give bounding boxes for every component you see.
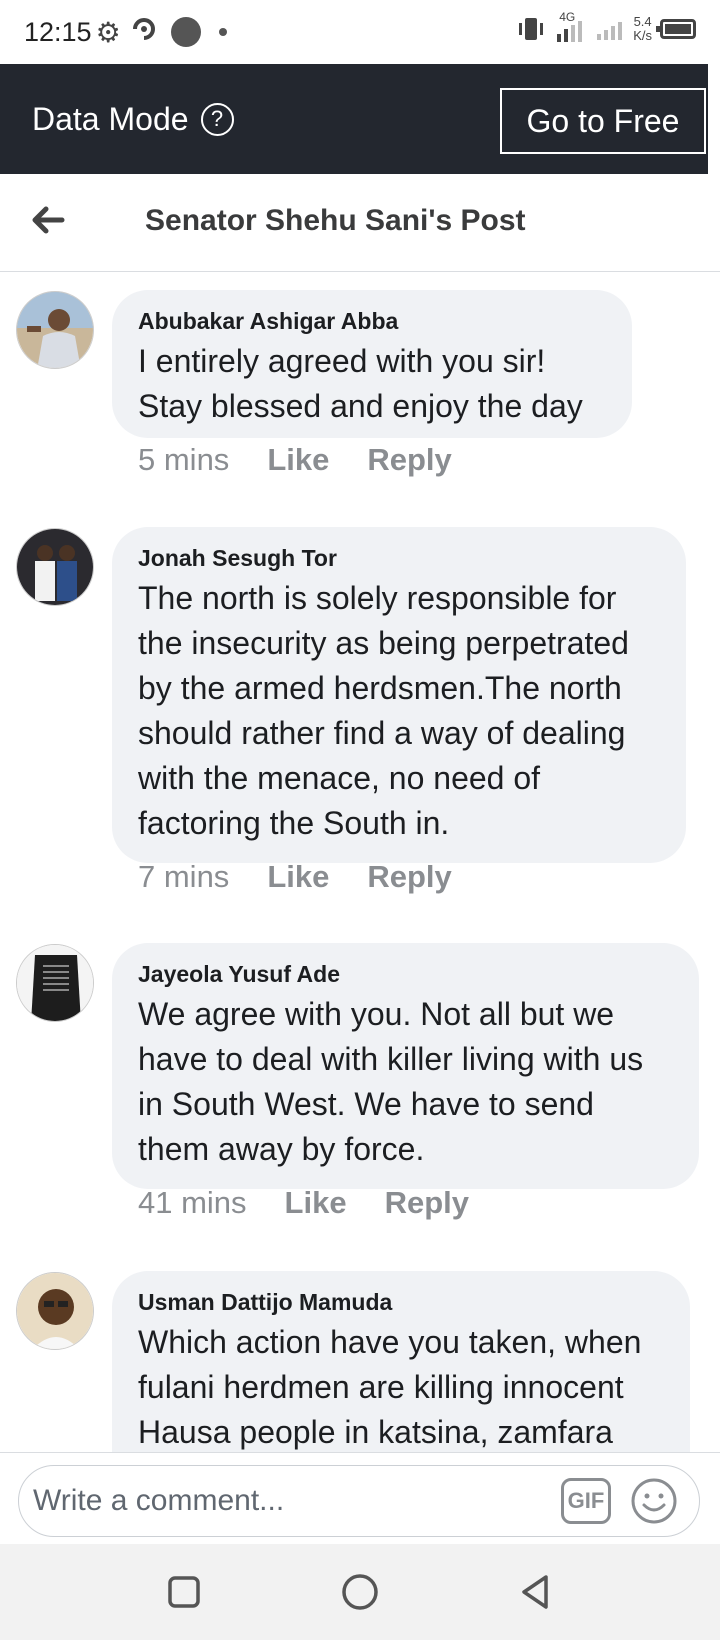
comment-text-line: We agree with you. Not all but we xyxy=(138,996,615,1032)
avatar[interactable] xyxy=(16,944,94,1022)
comment-author[interactable]: Jonah Sesugh Tor xyxy=(138,545,660,572)
reply-button[interactable]: Reply xyxy=(367,442,451,478)
comment-bubble: Usman Dattijo Mamuda Which action have y… xyxy=(112,1271,690,1452)
comment-author[interactable]: Abubakar Ashigar Abba xyxy=(138,308,606,335)
notification-app-icon xyxy=(131,16,157,49)
gif-button[interactable]: GIF xyxy=(561,1478,611,1524)
comment-bubble: Jonah Sesugh Tor The north is solely res… xyxy=(112,527,686,863)
comment-time: 7 mins xyxy=(138,859,230,894)
like-button[interactable]: Like xyxy=(285,1185,347,1221)
comment-text-line: them away by force. xyxy=(138,1131,425,1167)
comment-text-line: should rather find a way of dealing xyxy=(138,715,626,751)
avatar[interactable] xyxy=(16,528,94,606)
emoji-icon[interactable] xyxy=(629,1476,679,1526)
comments-list: Abubakar Ashigar Abba I entirely agreed … xyxy=(0,272,720,1452)
comment-text-line: the insecurity as being perpetrated xyxy=(138,625,629,661)
settings-gear-icon: ⚙ xyxy=(95,16,121,48)
home-circle-icon[interactable] xyxy=(340,1572,380,1612)
notification-circle-icon xyxy=(170,17,201,47)
vibrate-icon xyxy=(519,18,544,40)
network-type-label: 4G xyxy=(559,10,576,24)
comment-author[interactable]: Usman Dattijo Mamuda xyxy=(138,1289,664,1316)
comment-meta: 5 mins Like Reply xyxy=(138,442,452,478)
comment-text-line: fulani herdmen are killing innocent xyxy=(138,1369,624,1405)
comment-bubble: Abubakar Ashigar Abba I entirely agreed … xyxy=(112,290,632,438)
go-to-free-button[interactable]: Go to Free xyxy=(500,88,706,154)
comment-input-container: GIF xyxy=(18,1465,700,1537)
reply-button[interactable]: Reply xyxy=(367,859,451,895)
comment-text-line: Hausa people in katsina, zamfara xyxy=(138,1414,613,1450)
like-button[interactable]: Like xyxy=(267,859,329,895)
reply-button[interactable]: Reply xyxy=(385,1185,469,1221)
speed-unit: K/s xyxy=(633,28,652,43)
comment-time: 41 mins xyxy=(138,1185,247,1220)
comment-text-line: Stay blessed and enjoy the day xyxy=(138,388,583,424)
like-button[interactable]: Like xyxy=(267,442,329,478)
comment-meta: 7 mins Like Reply xyxy=(138,859,452,895)
more-notifications-dot-icon xyxy=(218,28,227,36)
data-mode-bar: Data Mode ? Go to Free xyxy=(0,64,708,174)
comment-text-line: Which action have you taken, when xyxy=(138,1324,642,1360)
battery-icon xyxy=(656,19,696,39)
comment-text-line: by the armed herdsmen.The north xyxy=(138,670,622,706)
comment-text-line: I entirely agreed with you sir! xyxy=(138,343,546,379)
comment-text-line: with the menace, no need of xyxy=(138,760,541,796)
comment-text-line: The north is solely responsible for xyxy=(138,580,617,616)
comment-input[interactable] xyxy=(33,1484,533,1518)
comment-meta: 41 mins Like Reply xyxy=(138,1185,469,1221)
avatar[interactable] xyxy=(16,291,94,369)
system-nav-bar xyxy=(0,1544,720,1640)
back-triangle-icon[interactable] xyxy=(516,1572,556,1612)
comment-composer: GIF xyxy=(0,1452,720,1544)
status-bar: 12:15 ⚙ 4G 5.4 K/s xyxy=(0,0,720,64)
post-header: Senator Shehu Sani's Post xyxy=(0,174,720,272)
page-title: Senator Shehu Sani's Post xyxy=(145,204,526,237)
avatar[interactable] xyxy=(16,1272,94,1350)
comment-bubble: Jayeola Yusuf Ade We agree with you. Not… xyxy=(112,943,699,1189)
signal-4g-icon: 4G xyxy=(553,10,587,44)
signal-bars-icon xyxy=(597,22,623,40)
comment-time: 5 mins xyxy=(138,442,230,477)
comment-text-line: factoring the South in. xyxy=(138,805,450,841)
comment-text-line: have to deal with killer living with us xyxy=(138,1041,644,1077)
speed-value: 5.4 xyxy=(633,14,652,29)
status-time: 12:15 xyxy=(24,16,92,47)
data-mode-title: Data Mode xyxy=(32,100,189,137)
recent-apps-square-icon[interactable] xyxy=(164,1572,204,1612)
network-speed: 5.4 K/s xyxy=(633,15,652,43)
back-arrow-icon[interactable] xyxy=(28,200,68,240)
comment-text-line: in South West. We have to send xyxy=(138,1086,594,1122)
help-icon[interactable]: ? xyxy=(200,102,234,136)
status-indicators: 4G 5.4 K/s xyxy=(517,10,696,44)
comment-author[interactable]: Jayeola Yusuf Ade xyxy=(138,961,673,988)
